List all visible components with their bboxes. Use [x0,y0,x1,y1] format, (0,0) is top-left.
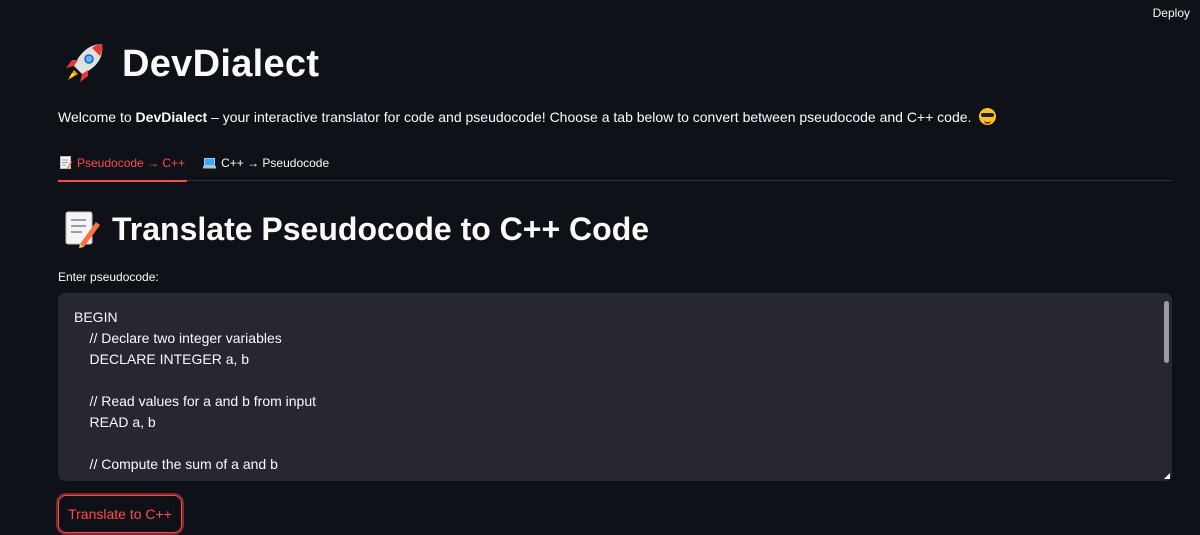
intro-suffix: – your interactive translator for code a… [207,109,976,125]
intro-text: Welcome to DevDialect – your interactive… [58,108,1172,125]
intro-prefix: Welcome to [58,109,136,125]
memo-icon [60,156,72,169]
sunglasses-face-icon [979,108,997,125]
tab-pseudocode-to-cpp[interactable]: Pseudocode → C++ [58,145,188,182]
section-header: Translate Pseudocode to C++ Code [64,210,649,248]
resize-handle-icon[interactable] [1164,473,1170,479]
tab-label: Pseudocode → C++ [77,155,186,170]
pseudocode-input[interactable]: BEGIN // Declare two integer variables D… [58,293,1172,481]
intro-brand: DevDialect [135,109,208,125]
input-scrollbar[interactable] [1164,301,1169,363]
deploy-button[interactable]: Deploy [1153,6,1190,20]
app-title: DevDialect [122,42,320,85]
rocket-icon [66,44,103,82]
translate-to-cpp-button[interactable]: Translate to C++ [58,495,182,533]
tab-bar: Pseudocode → C++ C++ → Pseudocode [58,145,1172,182]
tab-label: C++ → Pseudocode [221,156,330,170]
pseudocode-input-container: BEGIN // Declare two integer variables D… [58,293,1172,481]
memo-icon [65,211,100,248]
laptop-icon [203,157,217,168]
section-heading: Translate Pseudocode to C++ Code [112,210,650,247]
tab-cpp-to-pseudocode[interactable]: C++ → Pseudocode [201,145,331,181]
pseudocode-input-label: Enter pseudocode: [58,270,159,284]
app-header: DevDialect [62,40,319,88]
